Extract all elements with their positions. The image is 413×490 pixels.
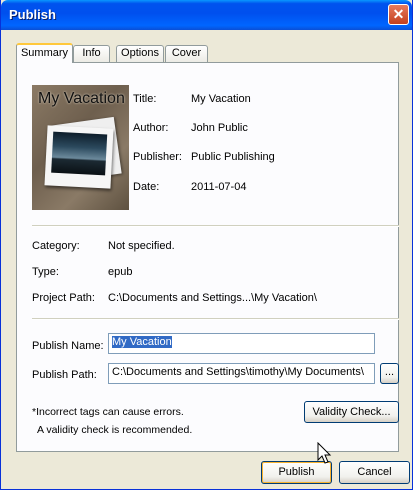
date-value: 2011-07-04 [191, 181, 247, 193]
author-label: Author: [133, 122, 169, 134]
date-label: Date: [133, 181, 160, 193]
title-label: Title: [133, 93, 157, 105]
close-icon: ✕ [392, 6, 405, 22]
note-incorrect-tags: *Incorrect tags can cause errors. [32, 406, 184, 418]
browse-button[interactable]: ... [380, 363, 399, 384]
tab-options[interactable]: Options [116, 45, 164, 62]
validity-check-button[interactable]: Validity Check... [304, 401, 399, 423]
author-value: John Public [191, 122, 248, 134]
title-value: My Vacation [191, 93, 251, 105]
cover-image: My Vacation [32, 85, 129, 210]
type-label: Type: [32, 266, 59, 278]
separator-middle [32, 318, 399, 320]
cover-photo-landscape [51, 131, 108, 176]
publish-name-value: My Vacation [112, 336, 172, 348]
cancel-button[interactable]: Cancel [339, 461, 410, 484]
publish-name-input[interactable]: My Vacation [108, 333, 375, 354]
category-label: Category: [32, 240, 80, 252]
tab-summary[interactable]: Summary [16, 43, 73, 63]
tab-cover[interactable]: Cover [165, 45, 208, 62]
mouse-cursor-icon [317, 442, 332, 464]
publish-name-label: Publish Name: [32, 340, 104, 352]
type-value: epub [108, 266, 133, 278]
title-bar[interactable]: Publish ✕ [1, 0, 412, 30]
note-validity-recommended: A validity check is recommended. [37, 424, 193, 436]
separator-top [32, 225, 399, 227]
publish-dialog: Publish ✕ Summary Info Options Cover My … [0, 0, 413, 490]
category-value: Not specified. [108, 240, 175, 252]
close-button[interactable]: ✕ [388, 4, 409, 25]
publish-path-input[interactable]: C:\Documents and Settings\timothy\My Doc… [108, 363, 375, 384]
publisher-label: Publisher: [133, 151, 182, 163]
cover-photo [44, 125, 114, 189]
publisher-value: Public Publishing [191, 151, 275, 163]
project-path-label: Project Path: [32, 292, 95, 304]
tab-info[interactable]: Info [73, 45, 110, 62]
publish-path-label: Publish Path: [32, 369, 97, 381]
window-title: Publish [9, 7, 56, 22]
project-path-value: C:\Documents and Settings...\My Vacation… [108, 292, 317, 304]
